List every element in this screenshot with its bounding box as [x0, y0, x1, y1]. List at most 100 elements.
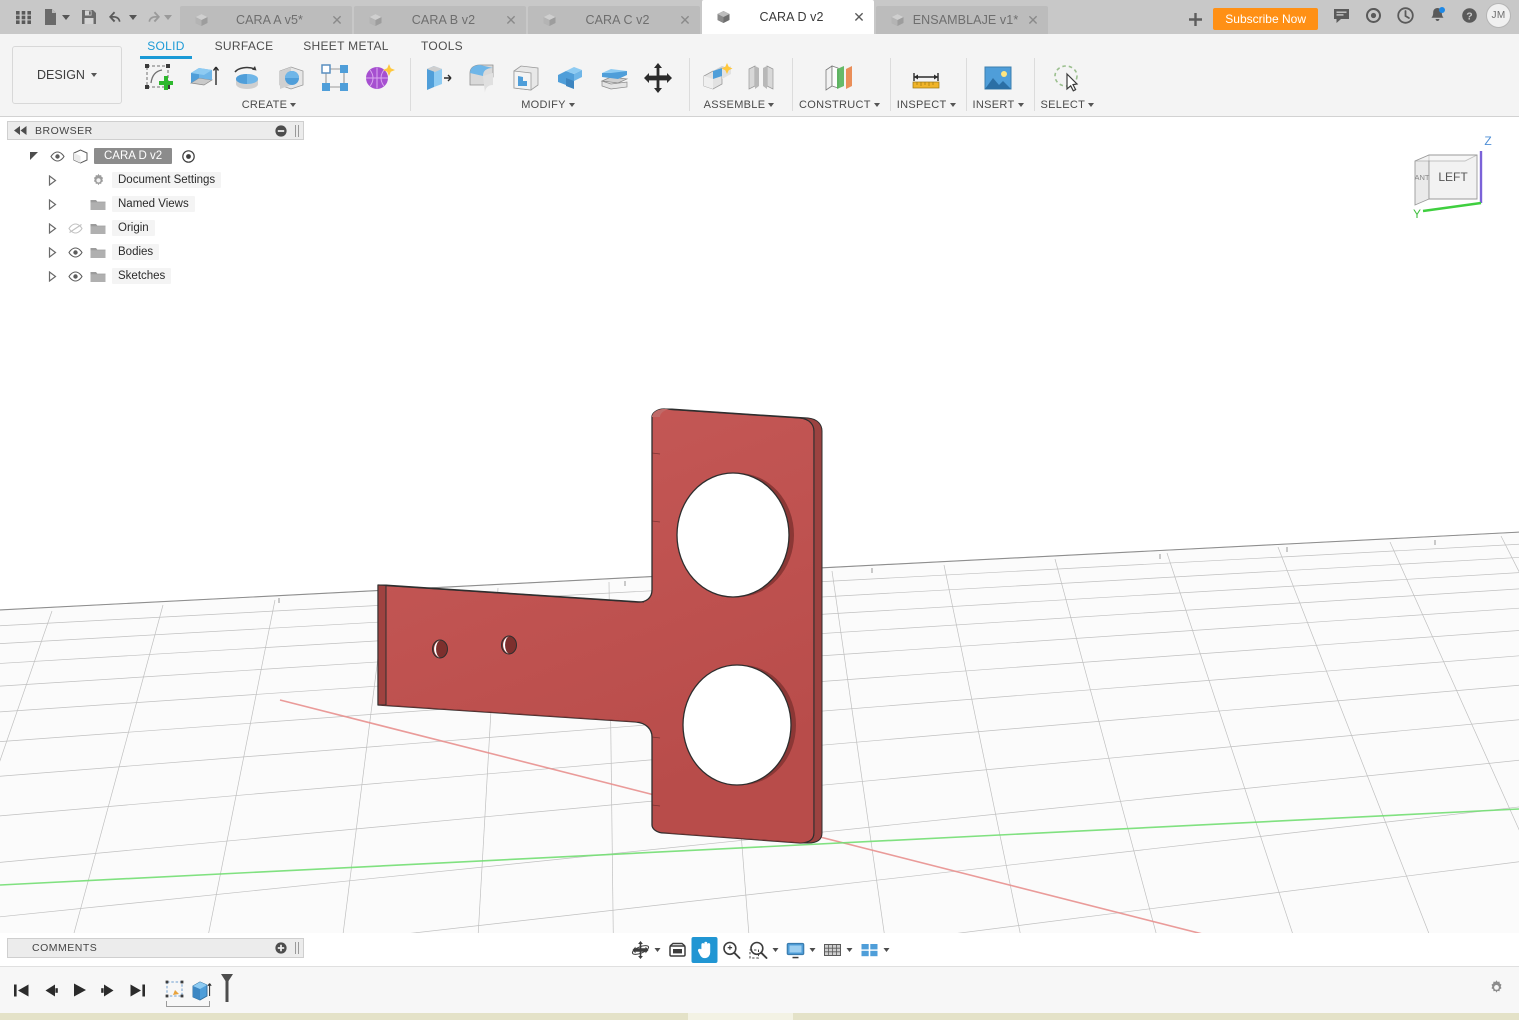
jobs-icon[interactable]	[1358, 2, 1388, 30]
look-at-button[interactable]	[664, 937, 690, 963]
recent-icon[interactable]	[1390, 2, 1420, 30]
close-icon[interactable]: ✕	[678, 13, 692, 27]
browser-tree-item[interactable]: Origin	[7, 216, 304, 240]
offset-face-icon[interactable]	[593, 58, 635, 98]
comments-resize-grip[interactable]	[295, 942, 299, 954]
expand-arrow-icon[interactable]	[43, 271, 61, 282]
new-component-icon[interactable]	[696, 58, 738, 98]
expand-arrow-icon[interactable]	[43, 199, 61, 210]
workspace-switcher[interactable]: DESIGN	[12, 46, 122, 104]
offset-plane-icon[interactable]	[818, 58, 860, 98]
document-tab-label: CARA B v2	[389, 13, 498, 27]
browser-tree-item[interactable]: Sketches	[7, 264, 304, 288]
cube-icon	[890, 13, 905, 27]
extrude-feature-icon[interactable]	[188, 976, 214, 1004]
document-tab-label: CARA D v2	[737, 10, 846, 24]
folder-icon	[89, 270, 107, 283]
browser-tree-item[interactable]: Named Views	[7, 192, 304, 216]
close-icon[interactable]: ✕	[1026, 13, 1040, 27]
bell-icon[interactable]	[1422, 2, 1452, 30]
measure-icon[interactable]	[905, 58, 947, 98]
step-forward-icon[interactable]	[97, 977, 119, 1003]
comment-icon[interactable]	[1326, 2, 1356, 30]
sketch-feature-icon[interactable]	[162, 976, 188, 1004]
select-lasso-icon[interactable]	[1046, 58, 1088, 98]
ribbon-tab[interactable]: SHEET METAL	[288, 36, 404, 57]
document-tab[interactable]: ENSAMBLAJE v1*✕	[876, 6, 1048, 34]
browser-tree-item[interactable]: Bodies	[7, 240, 304, 264]
visibility-eye-icon[interactable]	[66, 247, 84, 258]
move-copy-icon[interactable]	[637, 58, 679, 98]
expand-arrow-icon[interactable]	[43, 223, 61, 234]
revolve-icon[interactable]	[226, 58, 268, 98]
combine-icon[interactable]	[549, 58, 591, 98]
upper-hole	[677, 473, 794, 597]
browser-resize-grip[interactable]	[295, 125, 299, 137]
visibility-eye-icon[interactable]	[48, 151, 66, 162]
display-settings-button[interactable]	[782, 937, 818, 963]
inspect-group-label[interactable]: INSPECT	[897, 99, 956, 111]
viewports-button[interactable]	[856, 937, 892, 963]
visibility-eye-icon[interactable]	[66, 271, 84, 282]
orbit-button[interactable]	[627, 937, 663, 963]
modify-group-label[interactable]: MODIFY	[521, 99, 575, 111]
create-form-icon[interactable]	[358, 58, 400, 98]
add-comment-icon[interactable]	[275, 942, 287, 954]
subscribe-now-button[interactable]: Subscribe Now	[1213, 8, 1318, 30]
joint-icon[interactable]	[740, 58, 782, 98]
user-avatar[interactable]: JM	[1486, 3, 1511, 28]
create-group-label[interactable]: CREATE	[242, 99, 297, 111]
timeline-settings-gear-icon[interactable]	[1488, 979, 1505, 1001]
close-icon[interactable]: ✕	[852, 10, 866, 24]
ribbon-tab[interactable]: SURFACE	[200, 36, 288, 57]
undo-button[interactable]	[106, 2, 139, 32]
browser-tree-item[interactable]: CARA D v2	[7, 144, 304, 168]
view-cube[interactable]: LEFT ANT Z Y	[1405, 125, 1501, 221]
extrude-icon[interactable]	[182, 58, 224, 98]
expand-collapse-icon[interactable]	[25, 151, 43, 162]
assemble-group-label[interactable]: ASSEMBLE	[704, 99, 775, 111]
create-sketch-icon[interactable]	[138, 58, 180, 98]
play-icon[interactable]	[68, 977, 90, 1003]
expand-arrow-icon[interactable]	[43, 247, 61, 258]
ribbon-tab[interactable]: TOOLS	[404, 36, 480, 57]
file-menu-button[interactable]	[40, 2, 72, 32]
save-icon[interactable]	[74, 2, 104, 32]
grid-snaps-button[interactable]	[819, 937, 855, 963]
insert-image-icon[interactable]	[977, 58, 1019, 98]
fit-button[interactable]	[745, 937, 781, 963]
collapse-left-icon[interactable]	[14, 126, 27, 135]
fillet-icon[interactable]	[461, 58, 503, 98]
document-tab[interactable]: CARA D v2 ✕	[702, 0, 874, 34]
activate-component-icon[interactable]	[179, 150, 197, 163]
step-back-icon[interactable]	[39, 977, 61, 1003]
close-icon[interactable]: ✕	[330, 13, 344, 27]
pan-button[interactable]	[691, 937, 717, 963]
expand-arrow-icon[interactable]	[43, 175, 61, 186]
select-group-label[interactable]: SELECT	[1041, 99, 1095, 111]
go-to-end-icon[interactable]	[126, 977, 148, 1003]
construct-group-label[interactable]: CONSTRUCT	[799, 99, 880, 111]
close-icon[interactable]: ✕	[504, 13, 518, 27]
help-icon[interactable]: ?	[1454, 2, 1484, 30]
document-tab[interactable]: CARA C v2✕	[528, 6, 700, 34]
browser-tree-item[interactable]: Document Settings	[7, 168, 304, 192]
ribbon-tab[interactable]: SOLID	[132, 36, 200, 57]
zoom-button[interactable]	[718, 937, 744, 963]
shell-icon[interactable]	[505, 58, 547, 98]
pattern-icon[interactable]	[314, 58, 356, 98]
app-grid-icon[interactable]	[8, 2, 38, 32]
redo-button[interactable]	[141, 2, 174, 32]
insert-group-label[interactable]: INSERT	[973, 99, 1024, 111]
sweep-icon[interactable]	[270, 58, 312, 98]
new-tab-button[interactable]	[1181, 4, 1209, 34]
visibility-eye-icon[interactable]	[66, 223, 84, 234]
go-to-beginning-icon[interactable]	[10, 977, 32, 1003]
document-tab[interactable]: CARA B v2 ✕	[354, 6, 526, 34]
minimize-icon[interactable]	[275, 125, 287, 137]
timeline-end-marker[interactable]	[218, 972, 236, 1009]
undo-caret-icon	[129, 15, 137, 20]
document-tab[interactable]: CARA A v5*✕	[180, 6, 352, 34]
press-pull-icon[interactable]	[417, 58, 459, 98]
chevron-down-icon	[91, 73, 97, 77]
